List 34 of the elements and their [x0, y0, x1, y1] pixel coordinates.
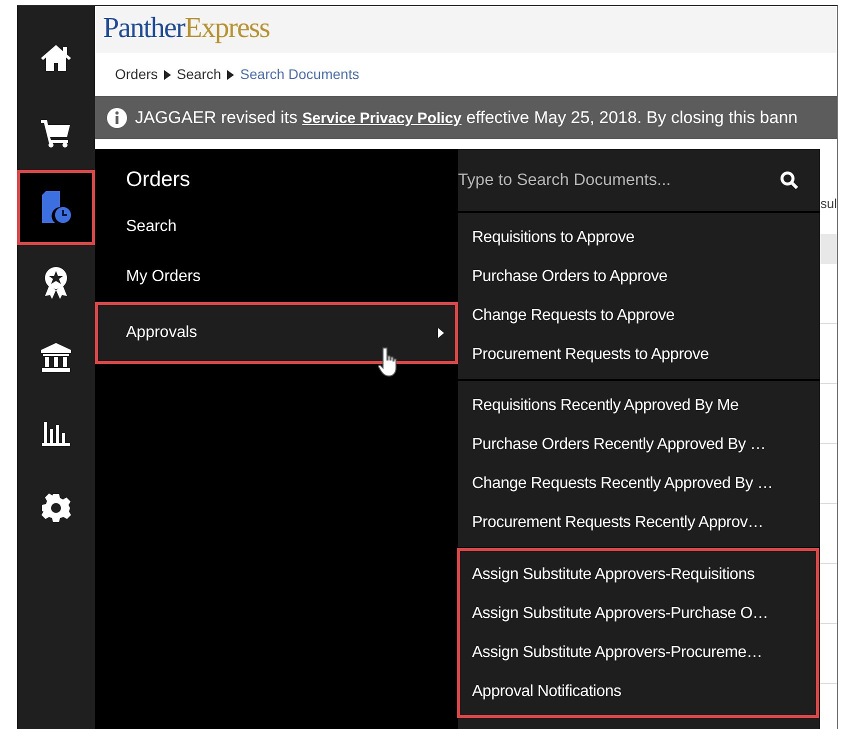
- submenu-item[interactable]: Assign Substitute Approvers-Requisitions: [458, 555, 818, 594]
- breadcrumb-link[interactable]: Orders: [115, 64, 158, 85]
- menu-item[interactable]: My Orders: [95, 252, 458, 302]
- chevron-icon: [227, 70, 234, 80]
- award-ribbon-icon: [43, 266, 69, 300]
- search-field[interactable]: Type to Search Documents...: [458, 168, 780, 192]
- info-icon: [107, 108, 127, 128]
- submenu-item[interactable]: Requisitions Recently Approved By Me: [458, 386, 820, 425]
- submenu-item[interactable]: Procurement Requests to Approve: [458, 335, 820, 374]
- menu-title: Orders: [125, 167, 192, 192]
- logo[interactable]: PantherExpress: [95, 6, 837, 53]
- submenu-item[interactable]: Change Requests Recently Approved By …: [458, 464, 820, 503]
- breadcrumb-link[interactable]: Search Documents: [240, 64, 360, 85]
- search-button[interactable]: [780, 171, 798, 189]
- submenu-item[interactable]: Approval Notifications: [458, 672, 818, 711]
- bank-icon: [40, 342, 72, 372]
- breadcrumb-link[interactable]: Search: [176, 64, 222, 85]
- submenu-item[interactable]: Procurement Requests Recently Approv…: [458, 503, 820, 542]
- document-clock-icon: [40, 190, 72, 224]
- submenu-item[interactable]: Purchase Orders Recently Approved By …: [458, 425, 820, 464]
- bar-chart-icon: [41, 420, 71, 446]
- menu-item[interactable]: Approvals: [95, 302, 458, 364]
- submenu-item[interactable]: Assign Substitute Approvers-Procureme…: [458, 633, 818, 672]
- chevron-icon: [164, 70, 171, 80]
- policy-link[interactable]: Service Privacy Policy: [302, 110, 462, 127]
- banner-text: JAGGAER revised its Service Privacy Policy effective May 25, 2018. By closing this bann: [135, 106, 798, 129]
- content-text: sul: [820, 197, 837, 210]
- submenu-item[interactable]: Assign Substitute Approvers-Purchase O…: [458, 594, 818, 633]
- home-icon: [40, 42, 72, 72]
- settings-icon: [41, 492, 71, 522]
- menu-item[interactable]: Search: [95, 202, 458, 252]
- submenu-item[interactable]: Change Requests to Approve: [458, 296, 820, 335]
- submenu-item[interactable]: Purchase Orders to Approve: [458, 257, 820, 296]
- submenu-item[interactable]: Requisitions to Approve: [458, 218, 820, 257]
